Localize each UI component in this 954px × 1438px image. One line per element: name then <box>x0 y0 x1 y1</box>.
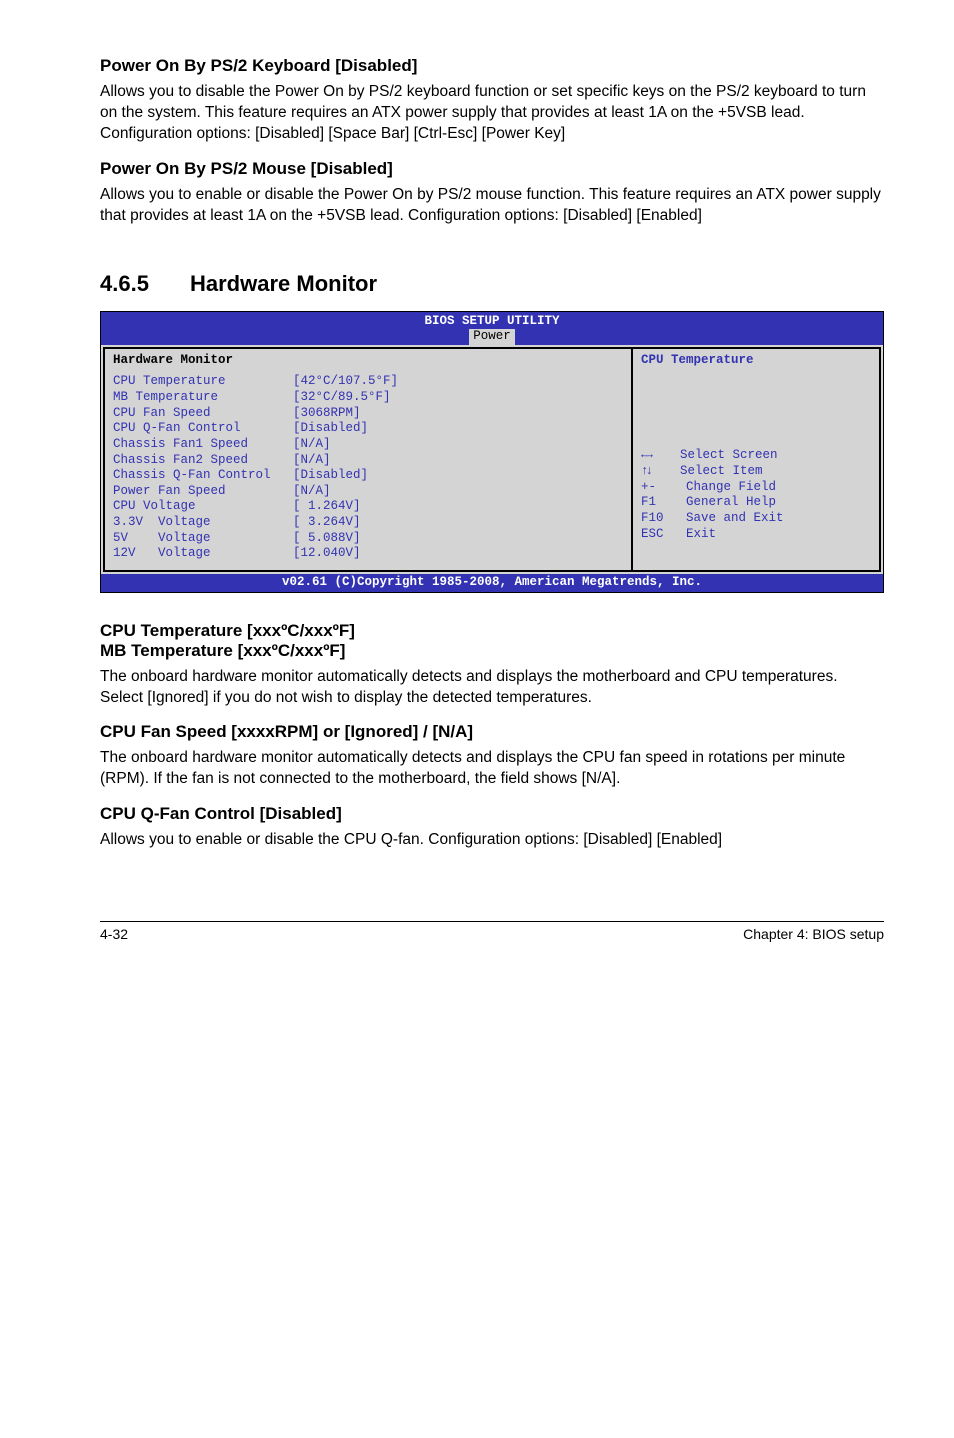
bios-nav-select-screen: Select Screen <box>641 448 871 464</box>
arrow-up-down-icon <box>641 464 650 478</box>
text-kbd-1: Allows you to disable the Power On by PS… <box>100 82 884 124</box>
bios-row[interactable]: 5V Voltage [ 5.088V] <box>113 531 623 547</box>
bios-row[interactable]: Chassis Fan1 Speed [N/A] <box>113 437 623 453</box>
text-fanspeed: The onboard hardware monitor automatical… <box>100 748 884 790</box>
bios-row[interactable]: CPU Temperature [42°C/107.5°F] <box>113 374 623 390</box>
bios-nav-select-item: Select Item <box>641 464 871 480</box>
bios-nav: Select Screen Select Item +- Change Fiel… <box>641 448 871 542</box>
heading-hwmon-num: 4.6.5 <box>100 271 190 297</box>
bios-row[interactable]: CPU Q-Fan Control [Disabled] <box>113 421 623 437</box>
bios-row[interactable]: 12V Voltage [12.040V] <box>113 546 623 562</box>
heading-mouse: Power On By PS/2 Mouse [Disabled] <box>100 159 884 179</box>
bios-nav-exit: ESC Exit <box>641 527 871 543</box>
bios-panel-heading: Hardware Monitor <box>113 353 623 369</box>
bios-nav-change-field: +- Change Field <box>641 480 871 496</box>
page-number: 4-32 <box>100 926 128 942</box>
text-mouse: Allows you to enable or disable the Powe… <box>100 185 884 227</box>
heading-hwmon: 4.6.5Hardware Monitor <box>100 271 884 297</box>
bios-titlebar: BIOS SETUP UTILITY Power <box>101 312 883 345</box>
heading-qfan: CPU Q-Fan Control [Disabled] <box>100 804 884 824</box>
bios-row[interactable]: Power Fan Speed [N/A] <box>113 484 623 500</box>
bios-tab-power[interactable]: Power <box>469 329 515 345</box>
text-kbd-2: Configuration options: [Disabled] [Space… <box>100 124 884 145</box>
bios-help-title: CPU Temperature <box>641 353 871 369</box>
bios-screenshot: BIOS SETUP UTILITY Power Hardware Monito… <box>100 311 884 593</box>
bios-right-panel: CPU Temperature Select Screen Select Ite… <box>631 347 881 572</box>
bios-footer: v02.61 (C)Copyright 1985-2008, American … <box>101 574 883 592</box>
text-qfan: Allows you to enable or disable the CPU … <box>100 830 884 851</box>
bios-row[interactable]: CPU Fan Speed [3068RPM] <box>113 406 623 422</box>
heading-cputemp: CPU Temperature [xxxºC/xxxºF] <box>100 621 884 641</box>
bios-row[interactable]: MB Temperature [32°C/89.5°F] <box>113 390 623 406</box>
arrow-left-right-icon <box>641 448 650 462</box>
bios-row[interactable]: Chassis Q-Fan Control [Disabled] <box>113 468 623 484</box>
bios-nav-general-help: F1 General Help <box>641 495 871 511</box>
heading-kbd: Power On By PS/2 Keyboard [Disabled] <box>100 56 884 76</box>
heading-mbtemp: MB Temperature [xxxºC/xxxºF] <box>100 641 884 661</box>
heading-fanspeed: CPU Fan Speed [xxxxRPM] or [Ignored] / [… <box>100 722 884 742</box>
heading-hwmon-title: Hardware Monitor <box>190 271 377 296</box>
bios-row[interactable]: 3.3V Voltage [ 3.264V] <box>113 515 623 531</box>
text-temp: The onboard hardware monitor automatical… <box>100 667 884 709</box>
chapter-label: Chapter 4: BIOS setup <box>743 926 884 942</box>
bios-row[interactable]: Chassis Fan2 Speed [N/A] <box>113 453 623 469</box>
bios-nav-save-exit: F10 Save and Exit <box>641 511 871 527</box>
bios-left-panel: Hardware Monitor CPU Temperature [42°C/1… <box>103 347 631 572</box>
page-footer: 4-32 Chapter 4: BIOS setup <box>100 921 884 942</box>
bios-row[interactable]: CPU Voltage [ 1.264V] <box>113 499 623 515</box>
bios-title: BIOS SETUP UTILITY <box>424 314 559 328</box>
